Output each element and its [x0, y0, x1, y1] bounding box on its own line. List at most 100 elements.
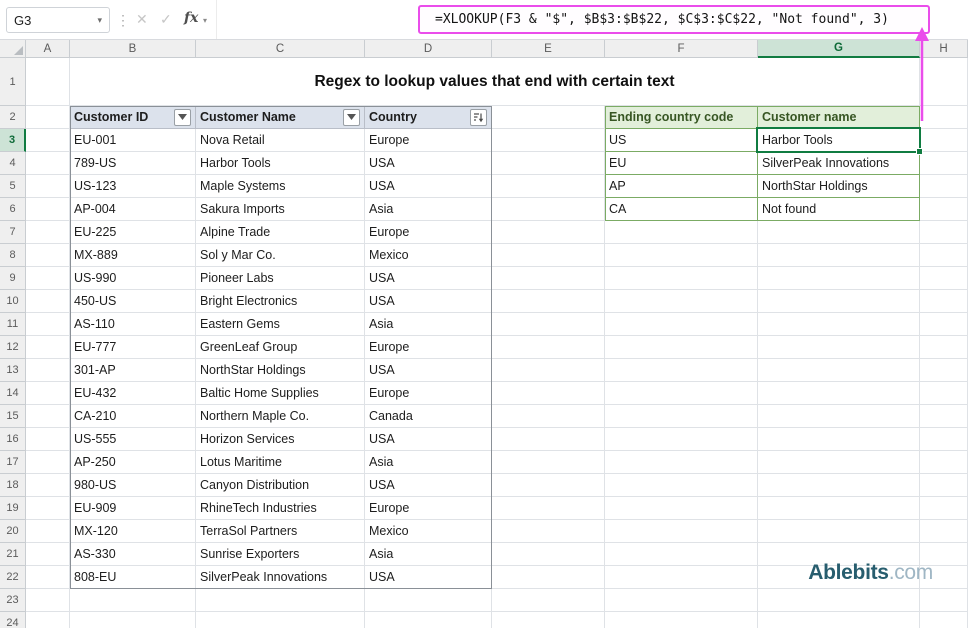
- cell-D16[interactable]: USA: [365, 428, 492, 451]
- cell-C7[interactable]: Alpine Trade: [196, 221, 365, 244]
- cell-C10[interactable]: Bright Electronics: [196, 290, 365, 313]
- cell-H18[interactable]: [920, 474, 968, 497]
- cell-D18[interactable]: USA: [365, 474, 492, 497]
- cell-A11[interactable]: [26, 313, 70, 336]
- cell-A2[interactable]: [26, 106, 70, 129]
- cell-B2[interactable]: Customer ID: [70, 106, 196, 129]
- column-header-F[interactable]: F: [605, 40, 758, 58]
- cell-A4[interactable]: [26, 152, 70, 175]
- cell-B14[interactable]: EU-432: [70, 382, 196, 405]
- cell-E20[interactable]: [492, 520, 605, 543]
- cell-G16[interactable]: [758, 428, 920, 451]
- cell-E4[interactable]: [492, 152, 605, 175]
- cell-E2[interactable]: [492, 106, 605, 129]
- row-header-14[interactable]: 14: [0, 382, 26, 405]
- cell-A12[interactable]: [26, 336, 70, 359]
- cell-F6[interactable]: CA: [605, 198, 758, 221]
- cell-C22[interactable]: SilverPeak Innovations: [196, 566, 365, 589]
- cell-E3[interactable]: [492, 129, 605, 152]
- cell-A7[interactable]: [26, 221, 70, 244]
- cell-A8[interactable]: [26, 244, 70, 267]
- cell-F5[interactable]: AP: [605, 175, 758, 198]
- cell-G8[interactable]: [758, 244, 920, 267]
- cell-H19[interactable]: [920, 497, 968, 520]
- formula-highlight-box[interactable]: =XLOOKUP(F3 & "$", $B$3:$B$22, $C$3:$C$2…: [418, 5, 930, 34]
- cell-F16[interactable]: [605, 428, 758, 451]
- cell-H3[interactable]: [920, 129, 968, 152]
- cell-D20[interactable]: Mexico: [365, 520, 492, 543]
- cell-E23[interactable]: [492, 589, 605, 612]
- row-header-20[interactable]: 20: [0, 520, 26, 543]
- cell-G11[interactable]: [758, 313, 920, 336]
- cell-A6[interactable]: [26, 198, 70, 221]
- cell-E9[interactable]: [492, 267, 605, 290]
- cell-A19[interactable]: [26, 497, 70, 520]
- cell-F11[interactable]: [605, 313, 758, 336]
- cell-F9[interactable]: [605, 267, 758, 290]
- row-header-22[interactable]: 22: [0, 566, 26, 589]
- cell-D13[interactable]: USA: [365, 359, 492, 382]
- row-header-3[interactable]: 3: [0, 129, 26, 152]
- cell-A21[interactable]: [26, 543, 70, 566]
- cell-G23[interactable]: [758, 589, 920, 612]
- column-header-C[interactable]: C: [196, 40, 365, 58]
- cell-C17[interactable]: Lotus Maritime: [196, 451, 365, 474]
- enter-check-icon[interactable]: ✓: [160, 11, 172, 28]
- cell-F20[interactable]: [605, 520, 758, 543]
- cell-D11[interactable]: Asia: [365, 313, 492, 336]
- cell-H5[interactable]: [920, 175, 968, 198]
- cell-H15[interactable]: [920, 405, 968, 428]
- cell-G5[interactable]: NorthStar Holdings: [758, 175, 920, 198]
- title-cell[interactable]: Regex to lookup values that end with cer…: [70, 58, 920, 106]
- cell-H20[interactable]: [920, 520, 968, 543]
- cell-D2[interactable]: Country: [365, 106, 492, 129]
- cell-H7[interactable]: [920, 221, 968, 244]
- cell-D19[interactable]: Europe: [365, 497, 492, 520]
- cell-B10[interactable]: 450-US: [70, 290, 196, 313]
- row-header-6[interactable]: 6: [0, 198, 26, 221]
- cell-H17[interactable]: [920, 451, 968, 474]
- cell-F14[interactable]: [605, 382, 758, 405]
- cell-B24[interactable]: [70, 612, 196, 628]
- chevron-down-icon[interactable]: ▾: [203, 16, 207, 25]
- cell-E24[interactable]: [492, 612, 605, 628]
- cell-F18[interactable]: [605, 474, 758, 497]
- cell-B20[interactable]: MX-120: [70, 520, 196, 543]
- cell-E22[interactable]: [492, 566, 605, 589]
- cell-F19[interactable]: [605, 497, 758, 520]
- cell-A18[interactable]: [26, 474, 70, 497]
- cell-D24[interactable]: [365, 612, 492, 628]
- cell-A16[interactable]: [26, 428, 70, 451]
- cell-E19[interactable]: [492, 497, 605, 520]
- row-header-18[interactable]: 18: [0, 474, 26, 497]
- cell-C18[interactable]: Canyon Distribution: [196, 474, 365, 497]
- cell-F12[interactable]: [605, 336, 758, 359]
- cell-E6[interactable]: [492, 198, 605, 221]
- cell-D4[interactable]: USA: [365, 152, 492, 175]
- row-header-13[interactable]: 13: [0, 359, 26, 382]
- cell-H12[interactable]: [920, 336, 968, 359]
- cell-E16[interactable]: [492, 428, 605, 451]
- cell-D6[interactable]: Asia: [365, 198, 492, 221]
- cell-C11[interactable]: Eastern Gems: [196, 313, 365, 336]
- row-header-24[interactable]: 24: [0, 612, 26, 628]
- cell-F2[interactable]: Ending country code: [605, 106, 758, 129]
- cell-G10[interactable]: [758, 290, 920, 313]
- cell-A13[interactable]: [26, 359, 70, 382]
- cell-F8[interactable]: [605, 244, 758, 267]
- cell-D15[interactable]: Canada: [365, 405, 492, 428]
- column-header-A[interactable]: A: [26, 40, 70, 58]
- cell-C8[interactable]: Sol y Mar Co.: [196, 244, 365, 267]
- column-header-B[interactable]: B: [70, 40, 196, 58]
- cell-E5[interactable]: [492, 175, 605, 198]
- cell-G2[interactable]: Customer name: [758, 106, 920, 129]
- insert-function-icon[interactable]: fx: [184, 10, 198, 26]
- cell-H4[interactable]: [920, 152, 968, 175]
- cell-E21[interactable]: [492, 543, 605, 566]
- cell-C20[interactable]: TerraSol Partners: [196, 520, 365, 543]
- cell-C24[interactable]: [196, 612, 365, 628]
- cell-B22[interactable]: 808-EU: [70, 566, 196, 589]
- cell-C21[interactable]: Sunrise Exporters: [196, 543, 365, 566]
- cell-D10[interactable]: USA: [365, 290, 492, 313]
- cell-B15[interactable]: CA-210: [70, 405, 196, 428]
